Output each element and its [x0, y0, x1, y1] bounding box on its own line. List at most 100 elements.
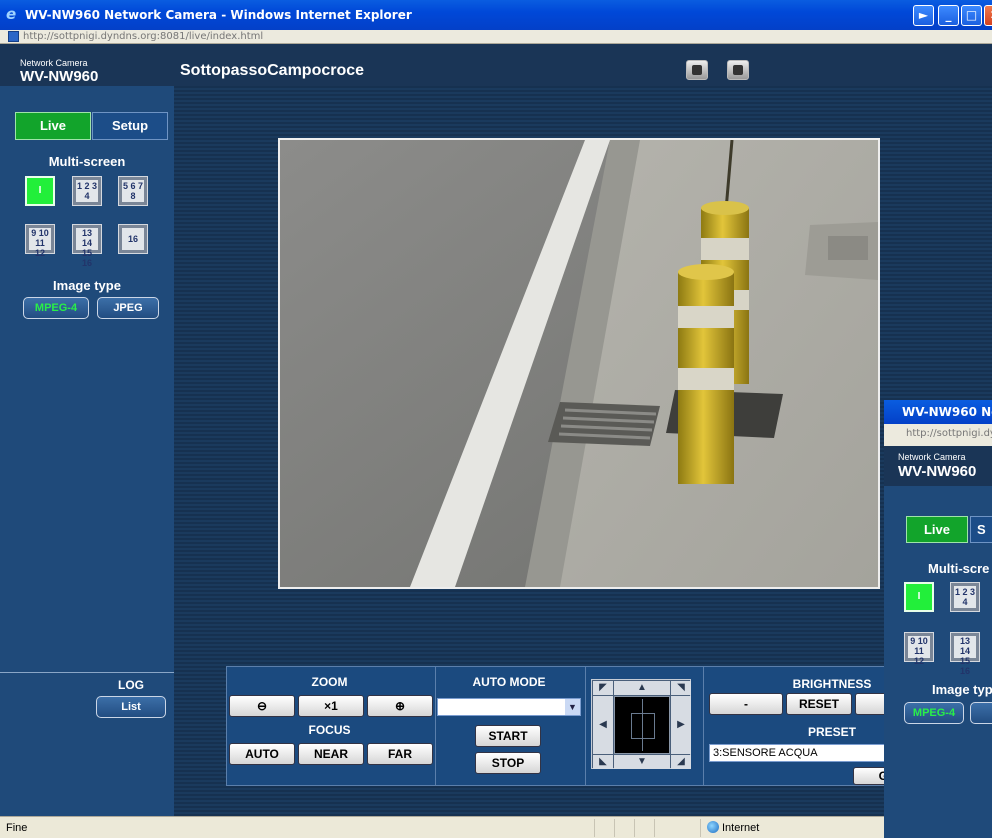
divider	[703, 667, 704, 785]
address-bar[interactable]: http://sottpnigi.dyndns.org:8081/live/in…	[0, 30, 992, 44]
ptz-pad[interactable]: ▲ ▼ ◀ ▶ ◤ ◥ ◣ ◢	[591, 679, 691, 769]
multiscreen-13-16-label: 13 14 15 16	[76, 228, 98, 268]
status-cell	[594, 819, 595, 837]
pan-down-right-button[interactable]: ◢	[671, 755, 691, 769]
second-multiscreen-1-4-label: 1 2 3 4	[954, 586, 976, 608]
brightness-minus-button[interactable]: -	[709, 693, 783, 715]
pan-up-left-button[interactable]: ◤	[593, 681, 613, 695]
second-window-header: Network Camera WV-NW960	[884, 446, 992, 486]
log-list-button[interactable]: List	[96, 696, 166, 718]
close-button[interactable]: ✕	[984, 5, 992, 26]
ie-icon: e	[6, 5, 17, 23]
auto-mode-select[interactable]: ▼	[437, 698, 581, 716]
tab-setup[interactable]: Setup	[92, 112, 168, 140]
tab-live[interactable]: Live	[15, 112, 91, 140]
divider	[585, 667, 586, 785]
second-window[interactable]: WV-NW960 Net http://sottpnigi.dyr Networ…	[884, 400, 992, 838]
stop-button[interactable]: STOP	[475, 752, 541, 774]
auto-mode-title: AUTO MODE	[472, 675, 546, 689]
second-multiscreen-single-label: I	[917, 591, 921, 602]
brightness-title: BRIGHTNESS	[792, 677, 872, 691]
multiscreen-16-button[interactable]: 16	[118, 224, 148, 254]
second-multiscreen-title: Multi-scre	[928, 561, 990, 576]
app-header: Network Camera WV-NW960 SottopassoCampoc…	[0, 44, 992, 86]
chevron-down-icon[interactable]: ▼	[565, 699, 580, 715]
minimize-button[interactable]: _	[938, 5, 959, 26]
preset-title: PRESET	[807, 725, 856, 739]
camera-title: SottopassoCampocroce	[180, 62, 365, 79]
pan-down-button[interactable]: ▼	[614, 755, 670, 769]
brightness-reset-button[interactable]: RESET	[786, 693, 852, 715]
second-window-sidebar: Live S Multi-scre I 1 2 3 4 9 10 11 12 1…	[884, 486, 992, 838]
multiscreen-9-12-label: 9 10 11 12	[29, 228, 51, 258]
brand-model: WV-NW960	[20, 68, 99, 85]
status-text: Fine	[6, 822, 28, 834]
page-icon	[8, 31, 19, 42]
second-image-type-title: Image typ	[932, 682, 992, 697]
zoom-out-icon: ⊖	[256, 699, 268, 713]
second-multiscreen-13-16-label: 13 14 15 16	[954, 636, 976, 676]
second-multiscreen-9-12[interactable]: 9 10 11 12	[904, 632, 934, 666]
multiscreen-16-label: 16	[122, 228, 144, 250]
snapshot-icon[interactable]	[727, 60, 749, 80]
pan-right-button[interactable]: ▶	[671, 696, 691, 754]
status-cell	[634, 819, 635, 837]
fullscreen-icon[interactable]	[686, 60, 708, 80]
main-area: ZOOM ⊖ ×1 ⊕ FOCUS AUTO NEAR FAR AUTO MOD…	[174, 86, 992, 838]
start-button[interactable]: START	[475, 725, 541, 747]
jpeg-button[interactable]: JPEG	[97, 297, 159, 319]
control-panel: ZOOM ⊖ ×1 ⊕ FOCUS AUTO NEAR FAR AUTO MOD…	[226, 666, 895, 786]
second-multiscreen-single[interactable]: I	[904, 582, 934, 612]
pan-up-button[interactable]: ▲	[614, 681, 670, 695]
preset-select[interactable]: 3:SENSORE ACQUA	[709, 744, 889, 762]
log-title: LOG	[118, 678, 144, 692]
status-cell	[654, 819, 655, 837]
second-multiscreen-13-16[interactable]: 13 14 15 16	[950, 632, 980, 676]
camera-image	[280, 140, 878, 587]
log-section: LOG	[0, 672, 174, 692]
zoom-out-button[interactable]: ⊖	[229, 695, 295, 717]
pan-left-button[interactable]: ◀	[593, 696, 613, 754]
status-bar: Fine Internet	[0, 816, 992, 838]
focus-auto-button[interactable]: AUTO	[229, 743, 295, 765]
multiscreen-1-4-button[interactable]: 1 2 3 4	[72, 176, 102, 206]
status-cell	[614, 819, 615, 837]
page-arrow-button[interactable]: ►	[913, 5, 934, 26]
second-tab-live[interactable]: Live	[906, 516, 968, 543]
multiscreen-title: Multi-screen	[48, 154, 126, 169]
second-jpeg-button[interactable]	[970, 702, 992, 724]
address-url[interactable]: http://sottpnigi.dyndns.org:8081/live/in…	[23, 31, 263, 42]
brand-small: Network Camera	[20, 58, 88, 68]
focus-title: FOCUS	[308, 723, 351, 737]
second-multiscreen-1-4[interactable]: 1 2 3 4	[950, 582, 980, 612]
maximize-button[interactable]: □	[961, 5, 982, 26]
multiscreen-single-label: I	[38, 185, 42, 196]
second-multiscreen-9-12-label: 9 10 11 12	[908, 636, 930, 666]
zoom-in-icon: ⊕	[394, 699, 406, 713]
second-brand-small: Network Camera	[898, 452, 966, 462]
security-zone: Internet	[722, 822, 760, 834]
live-video[interactable]	[278, 138, 880, 589]
focus-near-button[interactable]: NEAR	[298, 743, 364, 765]
multiscreen-5-8-label: 5 6 7 8	[122, 180, 144, 202]
second-window-url[interactable]: http://sottpnigi.dyr	[884, 424, 992, 446]
multiscreen-9-12-button[interactable]: 9 10 11 12	[25, 224, 55, 258]
image-type-title: Image type	[53, 278, 121, 293]
mpeg4-button[interactable]: MPEG-4	[23, 297, 89, 319]
ptz-center-pad[interactable]	[614, 696, 670, 754]
second-brand-model: WV-NW960	[898, 463, 977, 480]
multiscreen-5-8-button[interactable]: 5 6 7 8	[118, 176, 148, 206]
camera-app: Network Camera WV-NW960 SottopassoCampoc…	[0, 44, 992, 838]
second-tab-setup[interactable]: S	[970, 516, 992, 543]
zoom-x1-button[interactable]: ×1	[298, 695, 364, 717]
zoom-in-button[interactable]: ⊕	[367, 695, 433, 717]
pan-down-left-button[interactable]: ◣	[593, 755, 613, 769]
pan-up-right-button[interactable]: ◥	[671, 681, 691, 695]
window-title: WV-NW960 Network Camera - Windows Intern…	[25, 8, 412, 22]
focus-far-button[interactable]: FAR	[367, 743, 433, 765]
second-mpeg4-button[interactable]: MPEG-4	[904, 702, 964, 724]
preset-value: 3:SENSORE ACQUA	[713, 747, 818, 759]
sidebar: Live Setup Multi-screen I 1 2 3 4 5 6 7 …	[0, 86, 174, 816]
multiscreen-13-16-button[interactable]: 13 14 15 16	[72, 224, 102, 268]
multiscreen-single-button[interactable]: I	[25, 176, 55, 206]
